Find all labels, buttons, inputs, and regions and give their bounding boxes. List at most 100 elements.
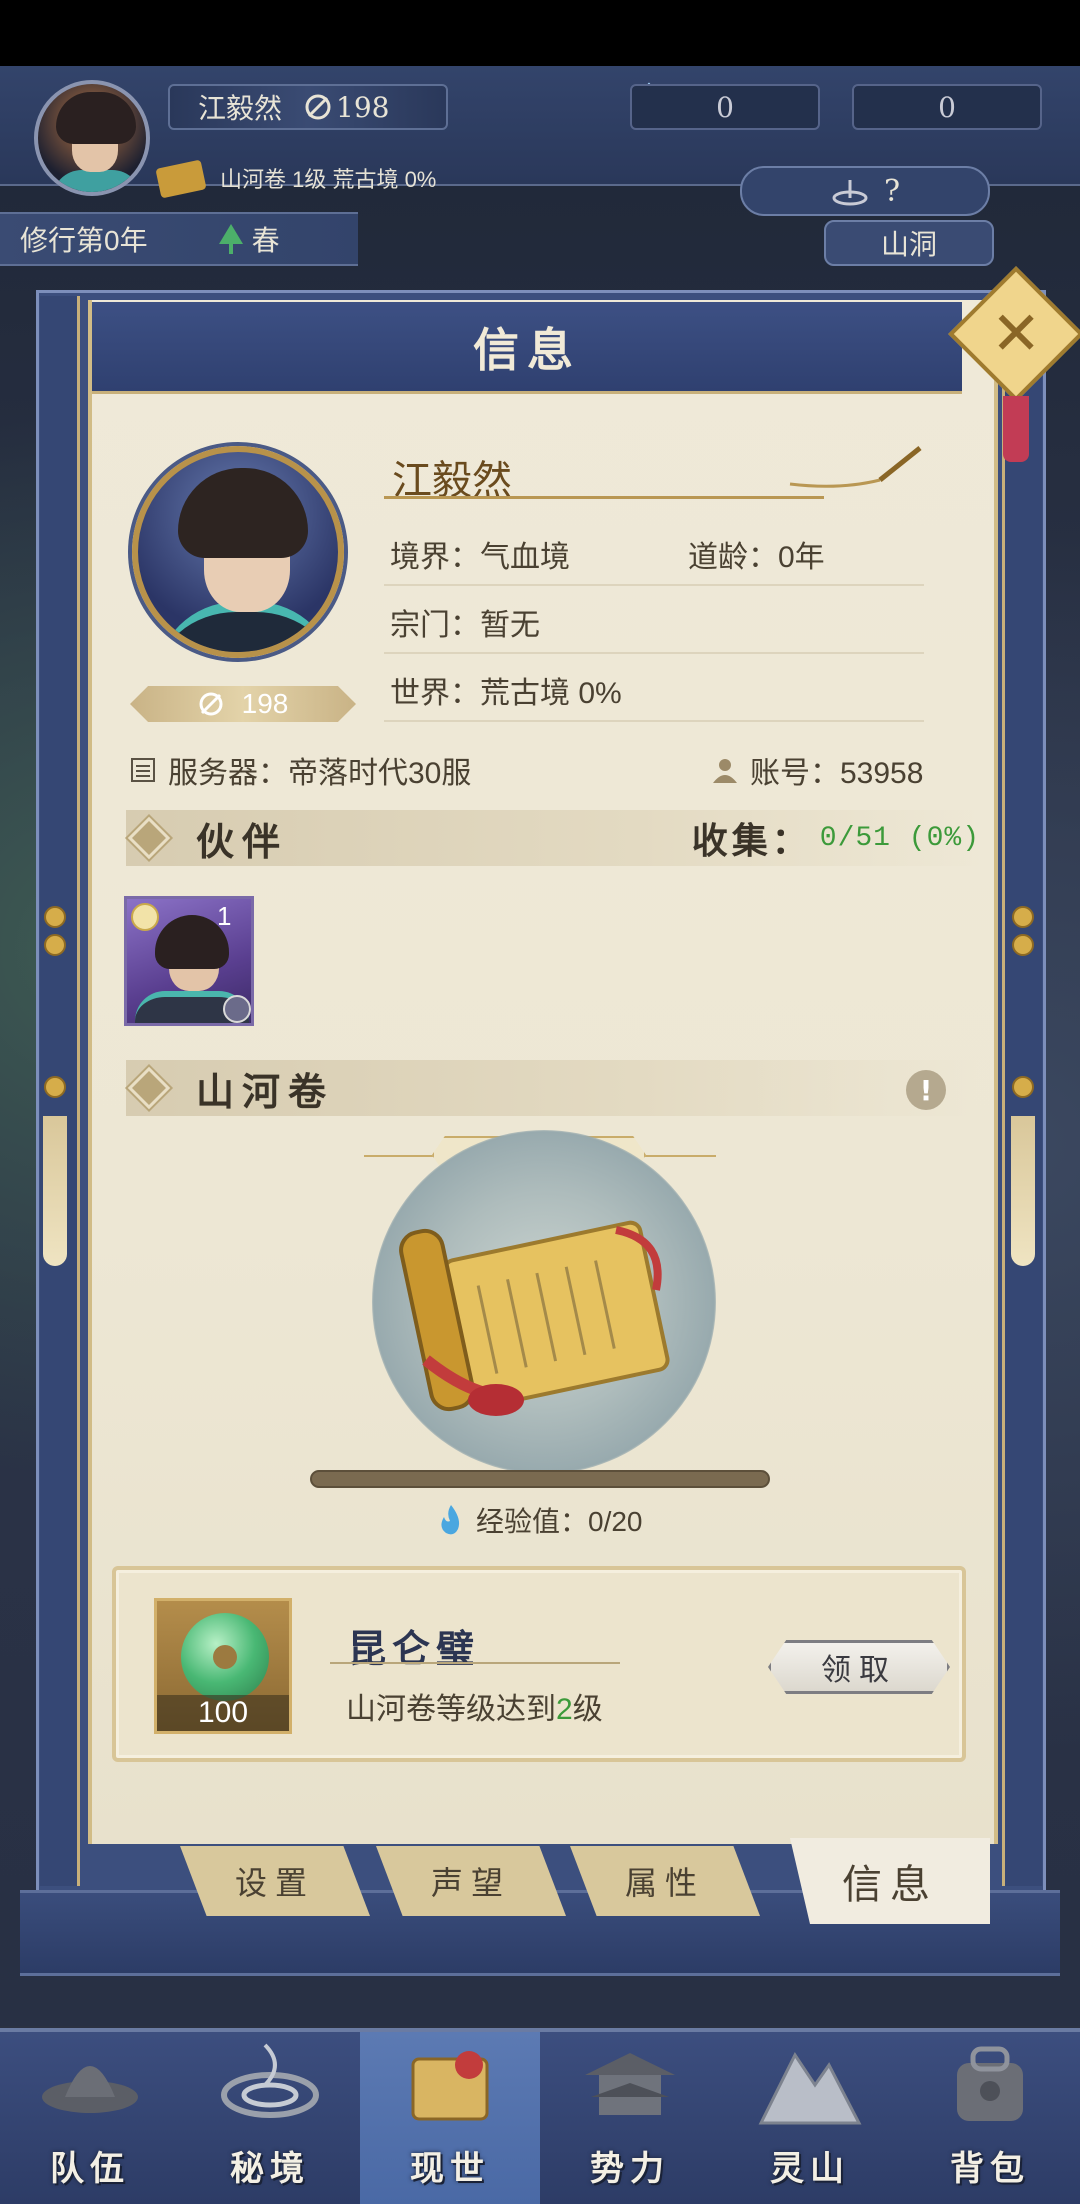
nav-secret-realm-label: 秘境: [230, 2149, 310, 2189]
account-icon: [713, 759, 737, 783]
name-underline: [384, 496, 824, 499]
element-icon: [223, 995, 251, 1023]
account-text: 账号：53958: [750, 757, 924, 790]
claim-button[interactable]: 领取: [768, 1640, 950, 1694]
partners-title: 伙伴: [196, 818, 289, 864]
system-status-bar: [0, 0, 1080, 66]
tassel-decoration: [43, 1116, 67, 1266]
collection-progress: 收集： 0/51 (0%): [692, 812, 980, 864]
tab-settings-label: 设置: [234, 1864, 315, 1902]
nav-spirit-mountain-label: 灵山: [770, 2149, 850, 2189]
tab-settings[interactable]: 设置: [180, 1846, 370, 1916]
tree-icon: [218, 224, 243, 254]
location-button[interactable]: 山洞: [824, 220, 994, 266]
brush-icon: [789, 446, 922, 488]
level-line-right: [644, 1155, 716, 1157]
account-info: 账号：53958: [710, 748, 923, 792]
nav-team-label: 队伍: [50, 2149, 130, 2189]
vortex-icon: [221, 2043, 319, 2118]
server-info: 服务器：帝落时代30服: [128, 748, 471, 792]
reward-desc-suffix: 级: [572, 1693, 603, 1726]
bead-decoration: [1012, 906, 1034, 928]
teleport-icon: [832, 180, 868, 206]
reward-item[interactable]: 100: [154, 1598, 292, 1734]
player-avatar[interactable]: [34, 80, 150, 196]
collect-label: 收集：: [691, 820, 812, 862]
location-label: 山洞: [880, 229, 937, 260]
panel-title: 信息: [473, 322, 581, 377]
player-name-pill: 江毅然 198: [168, 84, 448, 130]
power-icon: [305, 94, 331, 120]
bead-decoration: [1012, 1076, 1034, 1098]
panel-header: 信息: [92, 302, 962, 394]
help-mark: ?: [883, 173, 901, 209]
jade-counter[interactable]: 0: [852, 84, 1042, 130]
partner-card[interactable]: 1: [124, 896, 254, 1026]
reward-desc-level: 2: [556, 1693, 573, 1726]
cultivation-year: 修行第0年: [20, 225, 148, 256]
power-icon: [199, 692, 223, 716]
info-exclamation-button[interactable]: !: [906, 1070, 946, 1110]
bead-decoration: [1012, 934, 1034, 956]
avatar-hair: [56, 92, 136, 144]
tab-info[interactable]: 信息: [790, 1838, 990, 1924]
diamond-icon: [127, 816, 171, 860]
nav-world[interactable]: 现世: [360, 2032, 540, 2204]
exp-row: 经验值：0/20: [436, 1500, 643, 1540]
sect-text: 宗门：暂无: [390, 609, 540, 642]
nav-backpack[interactable]: 背包: [900, 2032, 1080, 2204]
tassel-decoration: [1011, 1116, 1035, 1266]
backpack-icon: [957, 2046, 1023, 2121]
jade-hole: [213, 1645, 237, 1669]
close-x-icon: ✕: [990, 299, 1042, 369]
portrait-hair: [178, 468, 308, 558]
partners-section-header: 伙伴 收集： 0/51 (0%): [126, 810, 980, 866]
bottom-navigation: 队伍 秘境 现世 势力 灵山 背包: [0, 2028, 1080, 2204]
partner-level: 1: [217, 901, 232, 931]
nav-faction-label: 势力: [590, 2149, 670, 2189]
tab-reputation[interactable]: 声望: [376, 1846, 566, 1916]
pagoda-icon: [585, 2053, 675, 2115]
nav-secret-realm[interactable]: 秘境: [180, 2032, 360, 2204]
bead-decoration: [44, 1076, 66, 1098]
nav-world-label: 现世: [410, 2149, 490, 2189]
world-scroll-icon: [411, 2051, 489, 2121]
scroll-artifact-icon[interactable]: [396, 1200, 696, 1440]
info-divider: [384, 584, 924, 586]
scroll-exp-bar: [310, 1470, 770, 1488]
collect-value: 0/51 (0%): [819, 822, 980, 854]
reward-desc-prefix: 山河卷等级达到: [346, 1693, 556, 1726]
tab-reputation-label: 声望: [430, 1864, 511, 1902]
nav-faction[interactable]: 势力: [540, 2032, 720, 2204]
year-season-bar: 修行第0年 春: [0, 212, 358, 266]
realm-text: 境界：气血境: [390, 541, 570, 574]
help-button[interactable]: ?: [740, 166, 990, 216]
world-text: 世界：荒古境 0%: [390, 677, 622, 710]
season-label: 春: [251, 225, 280, 256]
diamond-icon: [127, 1066, 171, 1110]
jade-amount: 0: [938, 90, 956, 124]
profile-portrait[interactable]: [132, 446, 344, 658]
reward-condition: 山河卷等级达到2级: [346, 1684, 603, 1728]
server-text: 服务器：帝落时代30服: [168, 757, 472, 790]
tab-attributes[interactable]: 属性: [570, 1846, 760, 1916]
tab-attributes-label: 属性: [624, 1864, 705, 1902]
claim-label: 领取: [821, 1653, 897, 1688]
info-divider: [384, 652, 924, 654]
scroll-status-text: 山河卷 1级 荒古境 0%: [220, 167, 437, 192]
exp-flame-icon: [441, 1505, 460, 1535]
team-hat-icon: [42, 2066, 138, 2113]
info-divider: [384, 720, 924, 722]
nav-team[interactable]: 队伍: [0, 2032, 180, 2204]
nav-spirit-mountain[interactable]: 灵山: [720, 2032, 900, 2204]
bead-decoration: [44, 934, 66, 956]
profile-power: 198: [241, 688, 289, 719]
nav-backpack-label: 背包: [950, 2149, 1030, 2189]
rarity-icon: [131, 903, 159, 931]
reward-divider: [330, 1662, 620, 1664]
scroll-title: 山河卷: [196, 1068, 335, 1114]
player-power: 198: [336, 90, 390, 124]
reward-quantity: 100: [157, 1695, 289, 1731]
level-line-left: [364, 1155, 434, 1157]
crystal-counter[interactable]: 0: [630, 84, 820, 130]
